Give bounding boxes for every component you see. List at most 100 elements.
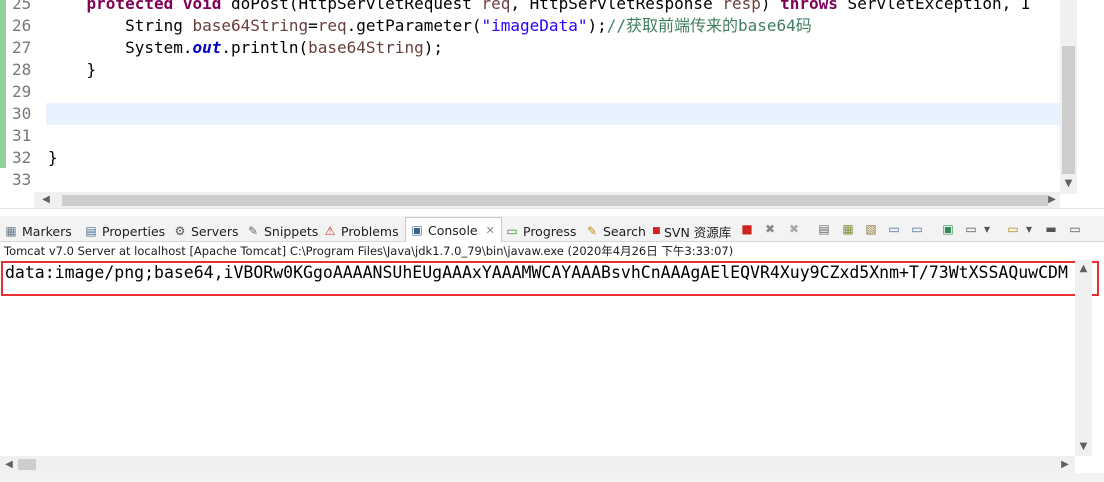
svn-icon: ■	[652, 226, 661, 236]
code-editor[interactable]: 25 26 27 28 29 30 31 32 33 protected void doPost…	[0, 0, 1104, 208]
snippets-icon: ✎	[247, 224, 259, 238]
code-token: ServletException, I	[837, 0, 1031, 13]
console-horizontal-scrollbar[interactable]: ◀ ▶	[0, 456, 1075, 473]
display-selected-console-icon[interactable]: ▭	[962, 221, 980, 237]
code-token: throws	[780, 0, 838, 13]
terminate-icon[interactable]: ■	[738, 221, 756, 237]
code-line[interactable]: System.out.println(base64String);	[48, 37, 443, 59]
show-console-on-error-icon[interactable]: ▭	[908, 221, 926, 237]
panel-divider[interactable]	[0, 208, 1104, 216]
search-icon: ✎	[586, 224, 598, 238]
code-token: "imageData"	[481, 16, 588, 35]
editor-horizontal-scroll-thumb[interactable]	[62, 195, 1048, 206]
show-console-on-output-icon[interactable]: ▭	[885, 221, 903, 237]
tab-problems[interactable]: ⚠ Problems	[323, 220, 399, 242]
scroll-up-arrow-icon[interactable]: ▲	[1075, 262, 1092, 276]
tab-label: Search	[603, 223, 646, 239]
maximize-icon[interactable]: ▭	[1066, 221, 1084, 237]
scroll-right-arrow-icon[interactable]: ▶	[1044, 192, 1060, 208]
code-line[interactable]: protected void doPost(HttpServletRequest…	[48, 0, 1031, 15]
status-bar	[0, 473, 1104, 482]
code-token: doPost(HttpServletRequest	[221, 0, 482, 13]
code-line[interactable]: }	[48, 147, 58, 169]
editor-horizontal-scrollbar[interactable]: ◀ ▶	[34, 192, 1060, 208]
line-number: 27	[12, 38, 32, 57]
line-number: 31	[12, 126, 32, 145]
annotation-highlight-box	[1, 261, 1099, 296]
line-number: 28	[12, 60, 32, 79]
code-token: void	[182, 0, 222, 13]
code-token: req	[317, 16, 347, 35]
code-token: , HttpServletResponse	[510, 0, 723, 13]
code-token: req	[481, 0, 511, 13]
line-number: 32	[12, 148, 32, 167]
markers-icon: ▦	[5, 224, 17, 238]
word-wrap-icon[interactable]: ▧	[862, 221, 880, 237]
line-number: 30	[12, 104, 32, 123]
scroll-down-arrow-icon[interactable]: ▼	[1075, 440, 1092, 454]
code-line[interactable]: String base64String=req.getParameter("im…	[48, 15, 812, 37]
remove-launch-icon[interactable]: ✖	[761, 221, 779, 237]
code-token: =	[308, 16, 318, 35]
tab-search[interactable]: ✎ Search	[585, 220, 646, 242]
code-token: .getParameter(	[346, 16, 482, 35]
scroll-lock-icon[interactable]: ▦	[839, 221, 857, 237]
code-token: );	[587, 16, 607, 35]
tab-label: SVN 资源库	[664, 224, 732, 240]
code-token: );	[423, 38, 443, 57]
tab-label: Console	[428, 222, 478, 238]
chevron-down-icon[interactable]: ▾	[982, 221, 992, 237]
tab-servers[interactable]: ⚙ Servers	[173, 220, 239, 242]
console-horizontal-scroll-thumb[interactable]	[18, 459, 36, 470]
code-token: String	[48, 16, 193, 35]
code-token: resp	[722, 0, 761, 13]
tab-progress[interactable]: ▭ Progress	[505, 220, 576, 242]
code-line[interactable]: }	[48, 59, 97, 81]
scroll-left-arrow-icon[interactable]: ◀	[2, 456, 16, 473]
view-menu-icon[interactable]: ▬	[1042, 221, 1060, 237]
code-area[interactable]: protected void doPost(HttpServletRequest…	[46, 0, 1060, 194]
tab-label: Progress	[523, 223, 577, 239]
console-vertical-scrollbar[interactable]: ▲ ▼	[1075, 260, 1092, 456]
tab-label: Servers	[191, 223, 239, 239]
editor-vertical-scrollbar[interactable]: ▼	[1060, 0, 1077, 194]
tab-console[interactable]: ▣ Console ✕	[405, 217, 502, 242]
pin-console-icon[interactable]: ▣	[939, 221, 957, 237]
console-title: Tomcat v7.0 Server at localhost [Apache …	[4, 244, 734, 258]
views-tab-bar: ▦ Markers ▤ Properties ⚙ Servers ✎ Snipp…	[0, 216, 1104, 242]
console-icon: ▣	[411, 223, 423, 237]
code-token: }	[48, 148, 58, 167]
close-icon[interactable]: ✕	[486, 224, 495, 237]
tab-properties[interactable]: ▤ Properties	[84, 220, 165, 242]
scroll-right-arrow-icon[interactable]: ▶	[1058, 456, 1072, 473]
tab-snippets[interactable]: ✎ Snippets	[246, 220, 318, 242]
remove-all-terminated-icon[interactable]: ✖	[785, 221, 803, 237]
scroll-left-arrow-icon[interactable]: ◀	[38, 192, 54, 208]
code-token: base64String	[192, 16, 309, 35]
code-token: base64String	[308, 38, 424, 57]
servers-icon: ⚙	[174, 224, 186, 238]
progress-icon: ▭	[506, 224, 518, 238]
line-number: 29	[12, 82, 32, 101]
problems-icon: ⚠	[324, 224, 336, 238]
tab-label: Problems	[341, 223, 399, 239]
tab-markers[interactable]: ▦ Markers	[4, 220, 71, 242]
tab-label: Properties	[102, 223, 166, 239]
tab-svn-repository[interactable]: ■ SVN 资源库	[652, 220, 731, 242]
open-console-icon[interactable]: ▭	[1004, 221, 1022, 237]
line-number: 25	[12, 0, 32, 13]
scroll-down-arrow-icon[interactable]: ▼	[1060, 176, 1077, 192]
clear-console-icon[interactable]: ▤	[815, 221, 833, 237]
chevron-down-icon[interactable]: ▾	[1024, 221, 1034, 237]
code-token: protected	[86, 0, 174, 13]
line-number-gutter: 25 26 27 28 29 30 31 32 33	[6, 0, 38, 194]
code-token: System.	[48, 38, 193, 57]
properties-icon: ▤	[85, 224, 97, 238]
line-number: 26	[12, 16, 32, 35]
code-token: )	[760, 0, 781, 13]
editor-vertical-scroll-thumb[interactable]	[1062, 46, 1075, 174]
code-token: .println(	[221, 38, 309, 57]
code-token: out	[192, 38, 222, 57]
